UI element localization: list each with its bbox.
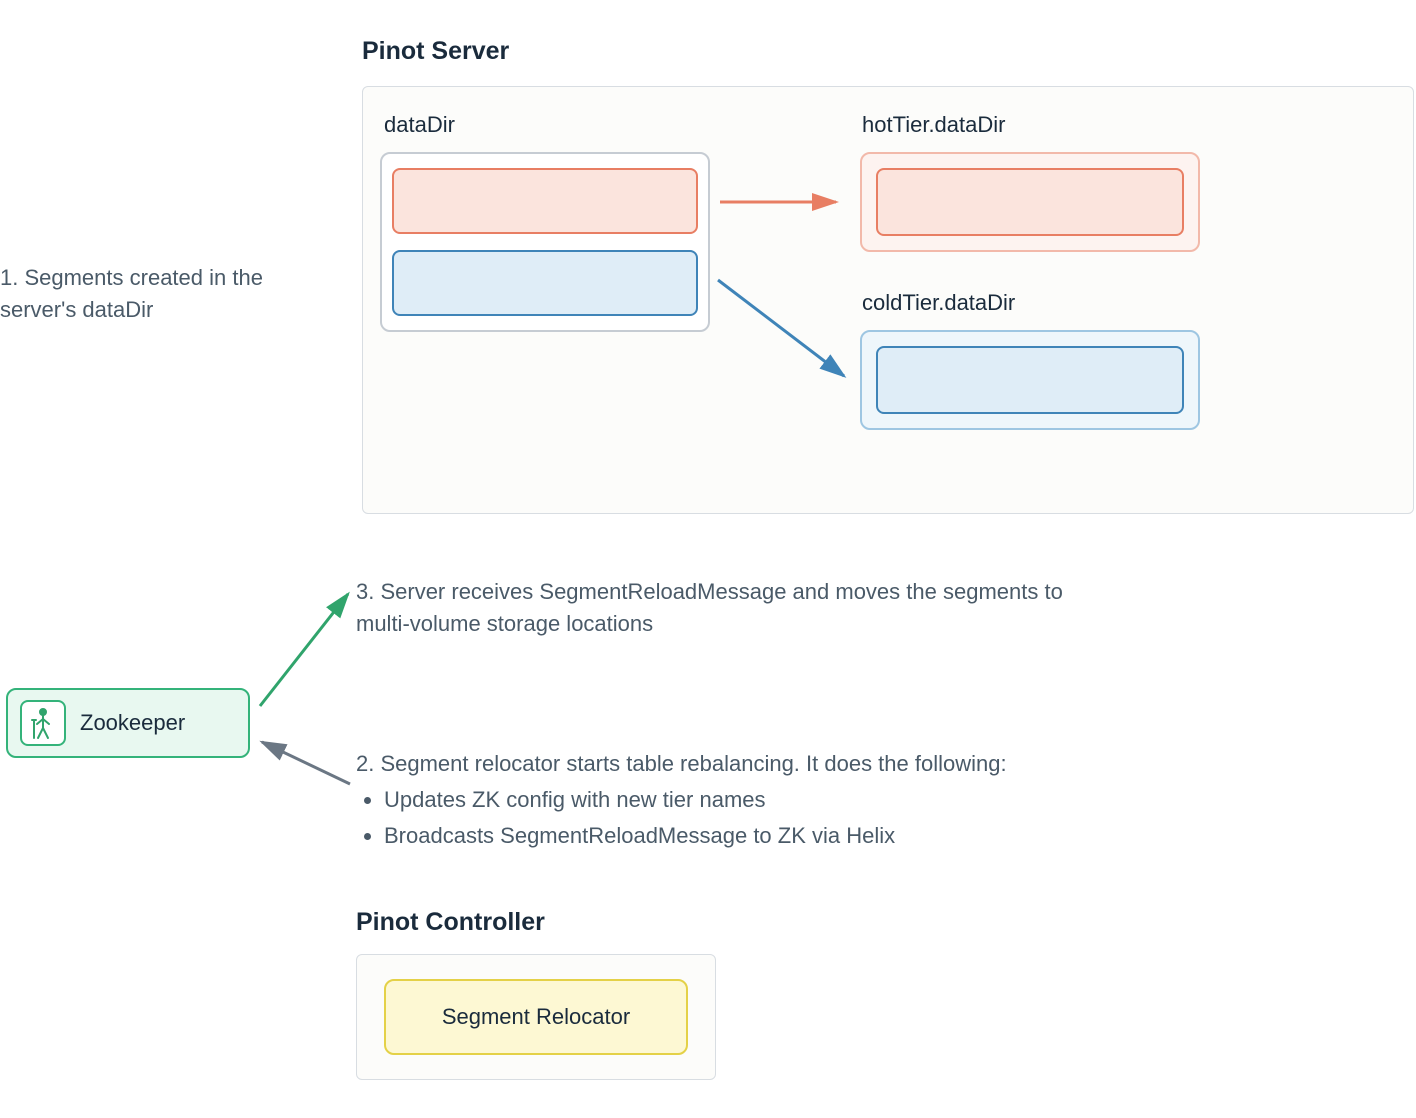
segment-relocator-box: Segment Relocator [384,979,688,1055]
step-2-bullets: Updates ZK config with new tier names Br… [356,784,1156,852]
step-2-text: 2. Segment relocator starts table rebala… [356,748,1156,780]
hot-tier-label: hotTier.dataDir [862,112,1005,138]
pinot-controller-title: Pinot Controller [356,908,545,937]
segment-relocator-label: Segment Relocator [442,1004,630,1030]
hot-segment [392,168,698,234]
step-2-bullet-0: Updates ZK config with new tier names [384,784,1156,816]
step-1-text: 1. Segments created in the server's data… [0,262,290,326]
arrow-hot-to-hottier [720,190,850,220]
arrow-step2-to-zk [254,736,364,796]
datadir-label: dataDir [384,112,455,138]
step-2-bullet-1: Broadcasts SegmentReloadMessage to ZK vi… [384,820,1156,852]
step-2-block: 2. Segment relocator starts table rebala… [356,748,1156,852]
zookeeper-icon [20,700,66,746]
zookeeper-box: Zookeeper [6,688,250,758]
cold-tier-label: coldTier.dataDir [862,290,1015,316]
arrow-zk-to-step3 [256,588,366,712]
zookeeper-label: Zookeeper [80,710,185,736]
cold-segment [392,250,698,316]
cold-tier-segment [876,346,1184,414]
pinot-server-title: Pinot Server [362,37,509,66]
hot-tier-segment [876,168,1184,236]
step-3-text: 3. Server receives SegmentReloadMessage … [356,576,1116,640]
pinot-controller-panel: Segment Relocator [356,954,716,1080]
arrow-cold-to-coldtier [718,274,858,394]
